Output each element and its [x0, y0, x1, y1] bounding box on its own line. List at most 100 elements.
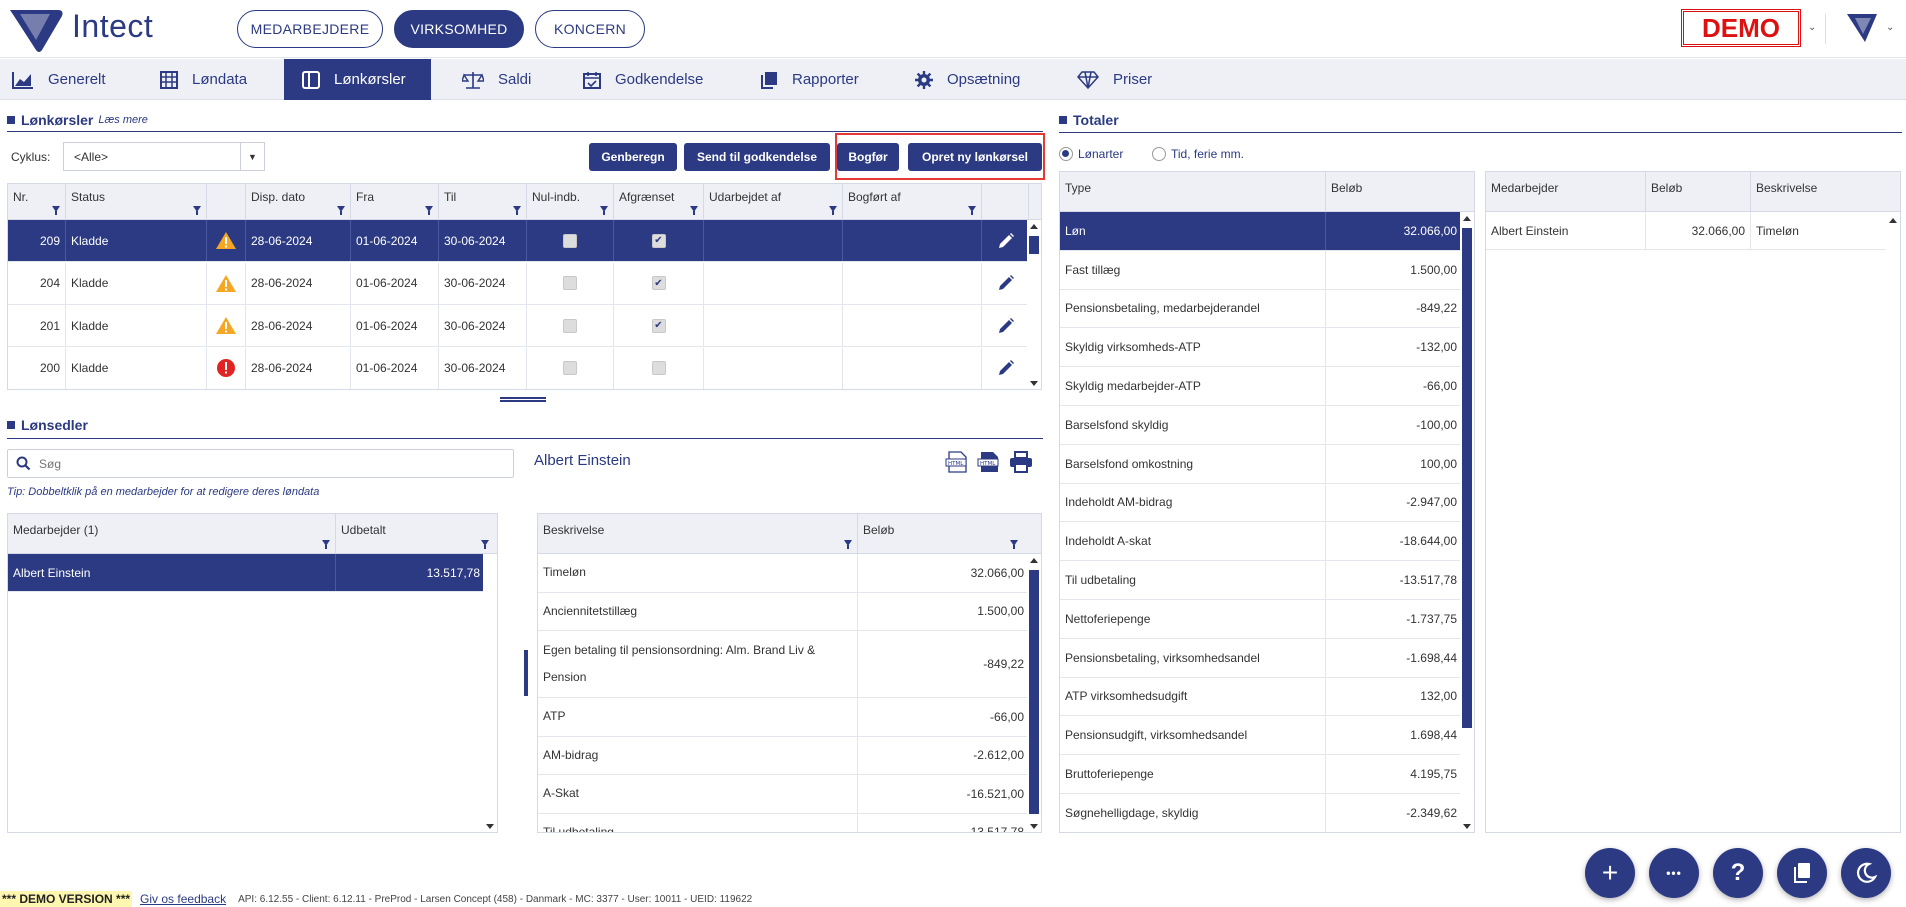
col-header-amount[interactable]: Beløb — [858, 514, 1041, 553]
table-row[interactable]: Timeløn 32.066,00 — [538, 554, 1027, 593]
table-row[interactable]: A-Skat -16.521,00 — [538, 775, 1027, 814]
feedback-link[interactable]: Giv os feedback — [140, 892, 226, 906]
col-header-zero[interactable]: Nul-indb. — [527, 184, 614, 219]
employee-scrollbar[interactable] — [483, 554, 497, 832]
table-row[interactable]: 204 Kladde 28-06-2024 01-06-2024 30-06-2024 ✔ — [8, 262, 1027, 305]
col-header-limited[interactable]: Afgrænset — [614, 184, 704, 219]
table-row[interactable]: 200 Kladde 28-06-2024 01-06-2024 30-06-2024 — [8, 347, 1027, 389]
add-button[interactable]: + — [1585, 848, 1635, 898]
table-row[interactable]: Indeholdt AM-bidrag -2.947,00 — [1060, 483, 1460, 523]
scroll-up-icon[interactable] — [1030, 558, 1038, 563]
nav-generelt[interactable]: Generelt — [12, 59, 152, 100]
nav-saldi[interactable]: Saldi — [462, 59, 562, 100]
cell-alert[interactable] — [207, 347, 246, 389]
zero-checkbox[interactable] — [563, 233, 577, 248]
scroll-up-icon[interactable] — [1030, 224, 1038, 229]
help-button[interactable]: ? — [1713, 848, 1763, 898]
detail-scrollbar[interactable] — [1886, 212, 1900, 832]
scroll-down-icon[interactable] — [486, 824, 494, 829]
table-row[interactable]: Pensionsudgift, virksomhedsandel 1.698,44 — [1060, 716, 1460, 756]
table-row[interactable]: Pensionsbetaling, medarbejderandel -849,2… — [1060, 289, 1460, 329]
search-input[interactable] — [39, 456, 479, 471]
table-row[interactable]: Til udbetaling -13.517,78 — [1060, 561, 1460, 600]
table-row[interactable]: Albert Einstein 13.517,78 — [8, 554, 483, 592]
col-header-amount[interactable]: Beløb — [1646, 172, 1751, 211]
scroll-down-icon[interactable] — [1463, 824, 1471, 829]
col-header-description[interactable]: Beskrivelse — [1751, 172, 1900, 211]
more-button[interactable]: ••• — [1649, 848, 1699, 898]
filter-icon[interactable] — [513, 206, 521, 215]
table-row[interactable]: Albert Einstein 32.066,00 Timeløn — [1486, 212, 1886, 250]
cell-alert[interactable] — [207, 305, 246, 346]
filter-icon[interactable] — [829, 206, 837, 215]
table-row[interactable]: Skyldig virksomheds-ATP -132,00 — [1060, 328, 1460, 368]
cycle-select[interactable]: <Alle> ▼ — [63, 142, 265, 171]
zero-checkbox[interactable] — [563, 318, 577, 333]
tab-koncern[interactable]: KONCERN — [535, 10, 645, 48]
table-row[interactable]: ATP -66,00 — [538, 698, 1027, 737]
table-row[interactable]: Indeholdt A-skat -18.644,00 — [1060, 522, 1460, 562]
col-header-type[interactable]: Type — [1060, 172, 1326, 211]
chevron-down-icon[interactable]: ⌄ — [1886, 22, 1894, 33]
chevron-down-icon[interactable]: ⌄ — [1808, 22, 1816, 33]
col-header-disp-date[interactable]: Disp. dato — [246, 184, 351, 219]
table-row[interactable]: Barselsfond skyldig -100,00 — [1060, 406, 1460, 445]
col-header-amount[interactable]: Beløb — [1326, 172, 1474, 211]
html-export-icon[interactable]: HTML — [945, 451, 969, 473]
col-header-from[interactable]: Fra — [351, 184, 439, 219]
table-row[interactable]: Pensionsbetaling, virksomhedsandel -1.698… — [1060, 638, 1460, 678]
totals-scrollbar[interactable] — [1460, 212, 1474, 832]
nav-opsaetning[interactable]: Opsætning — [915, 59, 1055, 100]
send-approval-button[interactable]: Send til godkendelse — [684, 143, 830, 171]
radio-button[interactable] — [1152, 147, 1166, 161]
table-row[interactable]: Løn 32.066,00 — [1060, 212, 1460, 251]
limited-checkbox[interactable]: ✔ — [651, 318, 666, 333]
radio-loenarter[interactable]: Lønarter — [1059, 147, 1123, 161]
print-icon[interactable] — [1009, 451, 1033, 473]
col-header-status[interactable]: Status — [66, 184, 207, 219]
table-row[interactable]: Bruttoferiepenge 4.195,75 — [1060, 755, 1460, 794]
zero-checkbox[interactable] — [563, 276, 577, 290]
payslip-search[interactable] — [7, 449, 514, 478]
col-header-employee[interactable]: Medarbejder (1) — [8, 514, 336, 553]
table-row[interactable]: Fast tillæg 1.500,00 — [1060, 250, 1460, 290]
filter-icon[interactable] — [193, 206, 201, 215]
col-header-booked-by[interactable]: Bogført af — [843, 184, 982, 219]
radio-button[interactable] — [1059, 147, 1073, 161]
col-header-prepared-by[interactable]: Udarbejdet af — [704, 184, 843, 219]
table-row[interactable]: Barselsfond omkostning 100,00 — [1060, 444, 1460, 484]
table-row[interactable]: Søgnehelligdage, skyldig -2.349,62 — [1060, 794, 1460, 832]
user-menu-logo-icon[interactable] — [1845, 10, 1881, 46]
tab-virksomhed[interactable]: VIRKSOMHED — [394, 10, 524, 48]
nav-loenkoersler[interactable]: Lønkørsler — [284, 59, 431, 100]
table-row[interactable]: 209 Kladde 28-06-2024 01-06-2024 30-06-2024 ✔ — [8, 220, 1027, 262]
cell-alert[interactable] — [207, 262, 246, 304]
nav-priser[interactable]: Priser — [1077, 59, 1177, 100]
recalc-button[interactable]: Genberegn — [589, 143, 677, 171]
table-row[interactable]: Skyldig medarbejder-ATP -66,00 — [1060, 367, 1460, 406]
splitter-handle[interactable] — [500, 397, 546, 402]
table-row[interactable]: 201 Kladde 28-06-2024 01-06-2024 30-06-2024 ✔ — [8, 305, 1027, 347]
col-header-description[interactable]: Beskrivelse — [538, 514, 858, 553]
scroll-thumb[interactable] — [1462, 228, 1472, 728]
filter-icon[interactable] — [337, 206, 345, 215]
limited-checkbox[interactable]: ✔ — [651, 276, 666, 290]
radio-tid-ferie[interactable]: Tid, ferie mm. — [1152, 147, 1244, 161]
filter-icon[interactable] — [968, 206, 976, 215]
col-header-paid[interactable]: Udbetalt — [336, 514, 497, 553]
nav-godkendelse[interactable]: Godkendelse — [583, 59, 733, 100]
scroll-thumb[interactable] — [1029, 570, 1039, 814]
chevron-down-icon[interactable]: ▼ — [240, 143, 264, 170]
edit-button[interactable] — [982, 220, 1029, 261]
filter-icon[interactable] — [844, 540, 852, 549]
cell-alert[interactable] — [207, 220, 246, 261]
filter-icon[interactable] — [52, 206, 60, 215]
table-row[interactable]: AM-bidrag -2.612,00 — [538, 736, 1027, 775]
table-row[interactable]: Til udbetaling 13.517,78 — [538, 813, 1027, 832]
filter-icon[interactable] — [425, 206, 433, 215]
col-header-employee[interactable]: Medarbejder — [1486, 172, 1646, 211]
read-more-link[interactable]: Læs mere — [98, 114, 148, 126]
tab-medarbejdere[interactable]: MEDARBEJDERE — [237, 10, 383, 48]
filter-icon[interactable] — [322, 540, 330, 549]
col-header-nr[interactable]: Nr. — [8, 184, 66, 219]
